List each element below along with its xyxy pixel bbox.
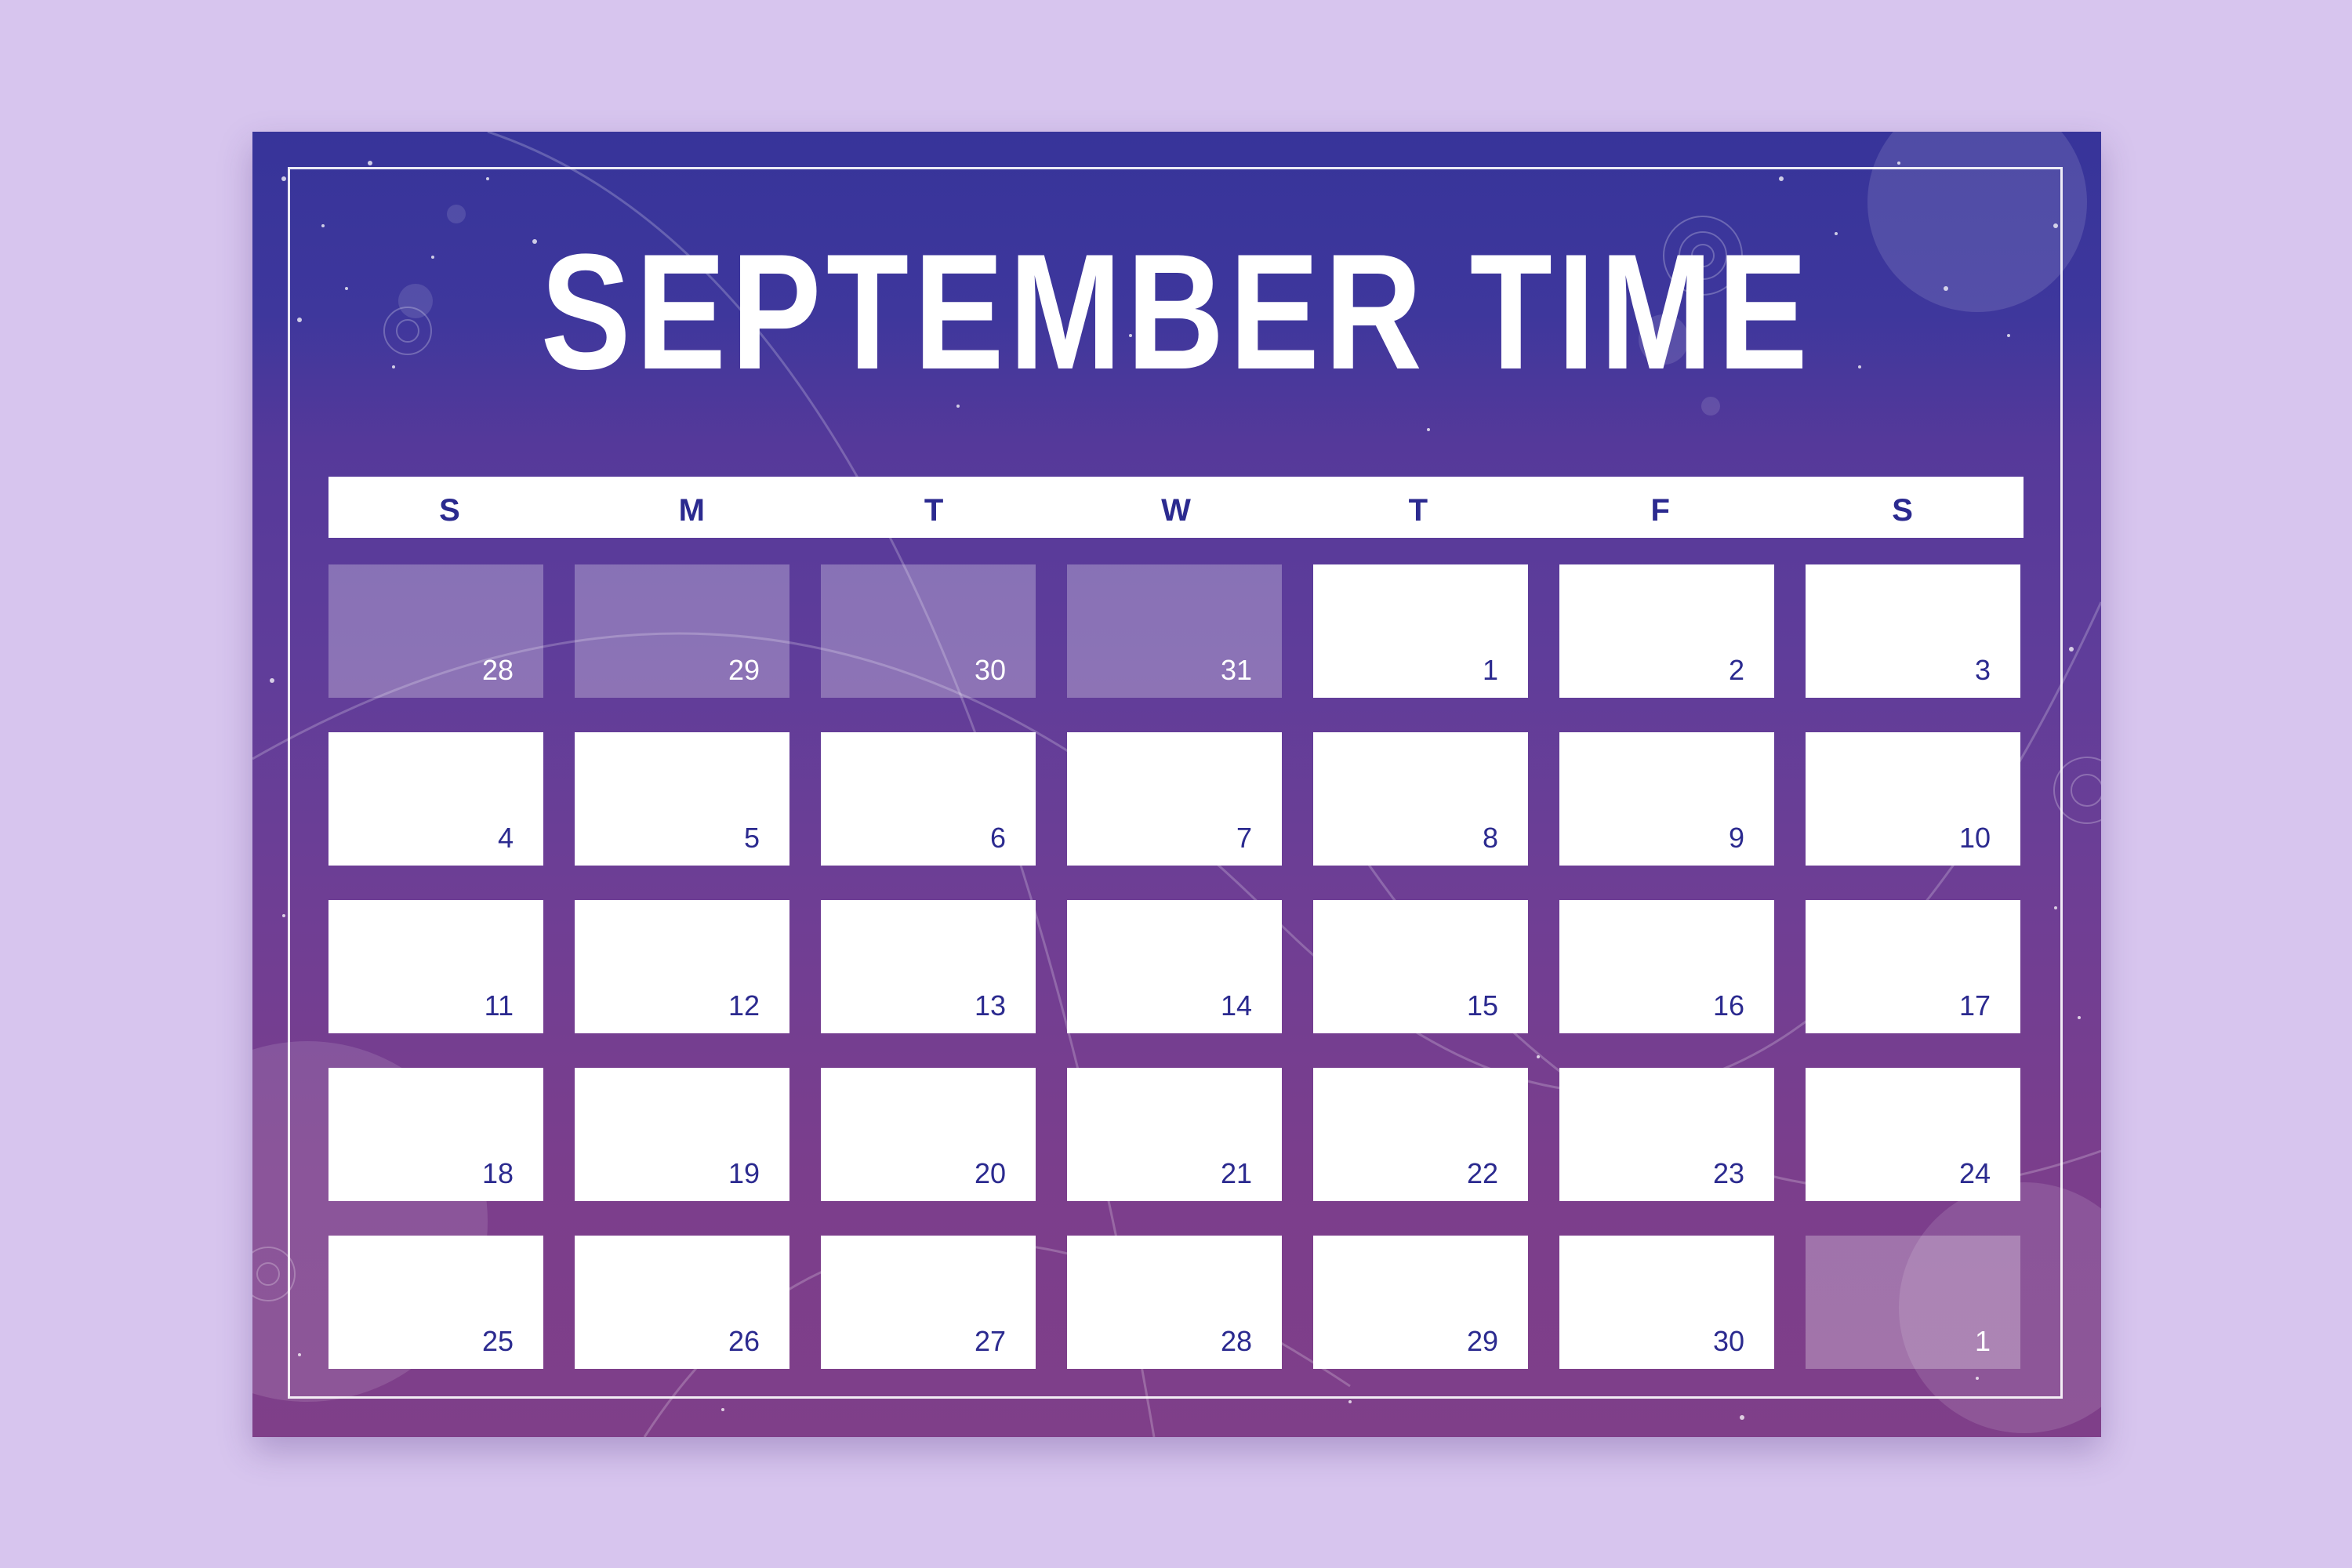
day-cell: 26 [575,1236,789,1369]
day-cell: 17 [1806,900,2020,1033]
day-cell: 28 [1067,1236,1282,1369]
day-cell: 13 [821,900,1036,1033]
day-number: 8 [1482,822,1498,854]
day-cell: 4 [328,732,543,866]
day-cell: 8 [1313,732,1528,866]
day-cell-outside-month: 30 [821,564,1036,698]
day-cell: 11 [328,900,543,1033]
day-number: 27 [974,1325,1006,1357]
day-cell: 7 [1067,732,1282,866]
day-cell: 10 [1806,732,2020,866]
day-cell: 9 [1559,732,1774,866]
day-number: 24 [1958,1157,1991,1189]
day-number: 13 [974,989,1006,1022]
day-number: 1 [1974,1325,1991,1357]
weekday-header: S M T W T F S [328,477,2024,538]
day-cell: 16 [1559,900,1774,1033]
weekday-saturday: S [1892,493,1913,528]
day-number: 11 [484,989,514,1022]
day-number: 18 [481,1157,514,1189]
day-number: 28 [1220,1325,1252,1357]
day-cell: 20 [821,1068,1036,1201]
day-number: 15 [1466,989,1498,1022]
day-cell: 12 [575,900,789,1033]
day-number: 3 [1974,654,1991,686]
day-number: 17 [1958,989,1991,1022]
day-cell: 18 [328,1068,543,1201]
day-number: 28 [481,654,514,686]
day-cell: 25 [328,1236,543,1369]
day-number: 31 [1220,654,1252,686]
weekday-friday: F [1650,493,1670,528]
day-cell: 21 [1067,1068,1282,1201]
day-number: 25 [481,1325,514,1357]
day-cell: 29 [1313,1236,1528,1369]
day-number: 29 [1466,1325,1498,1357]
day-cell: 30 [1559,1236,1774,1369]
weekday-sunday: S [439,493,460,528]
day-cell-outside-month: 31 [1067,564,1282,698]
day-number: 10 [1958,822,1991,854]
calendar-title: SEPTEMBER TIME [540,220,1813,404]
day-number: 7 [1236,822,1252,854]
day-number: 14 [1220,989,1252,1022]
day-number: 19 [728,1157,760,1189]
day-number: 29 [728,654,760,686]
day-grid: 28 29 30 31 1 2 3 4 5 6 7 8 9 10 11 12 13 14 15 16 17 18 19 20 2… [328,564,2024,1369]
day-number: 20 [974,1157,1006,1189]
day-cell: 6 [821,732,1036,866]
day-cell: 24 [1806,1068,2020,1201]
day-cell: 22 [1313,1068,1528,1201]
day-number: 1 [1482,654,1498,686]
day-number: 2 [1728,654,1744,686]
day-number: 23 [1712,1157,1744,1189]
day-number: 5 [743,822,760,854]
day-cell-outside-month: 28 [328,564,543,698]
day-cell: 27 [821,1236,1036,1369]
calendar-card: SEPTEMBER TIME S M T W T F S 28 29 30 31 1 2 3… [252,132,2101,1437]
day-number: 16 [1712,989,1744,1022]
weekday-wednesday: W [1161,493,1191,528]
day-number: 22 [1466,1157,1498,1189]
day-number: 6 [989,822,1006,854]
day-cell: 3 [1806,564,2020,698]
day-cell: 19 [575,1068,789,1201]
day-cell: 5 [575,732,789,866]
day-number: 26 [728,1325,760,1357]
weekday-monday: M [678,493,705,528]
day-cell: 15 [1313,900,1528,1033]
day-number: 30 [1712,1325,1744,1357]
day-number: 30 [974,654,1006,686]
day-cell-outside-month: 29 [575,564,789,698]
day-cell: 2 [1559,564,1774,698]
day-cell: 14 [1067,900,1282,1033]
day-number: 21 [1220,1157,1252,1189]
day-number: 4 [497,822,514,854]
weekday-thursday: T [1408,493,1428,528]
day-cell: 1 [1313,564,1528,698]
day-cell: 23 [1559,1068,1774,1201]
day-number: 9 [1728,822,1744,854]
day-number: 12 [728,989,760,1022]
weekday-tuesday: T [924,493,944,528]
day-cell-outside-month: 1 [1806,1236,2020,1369]
